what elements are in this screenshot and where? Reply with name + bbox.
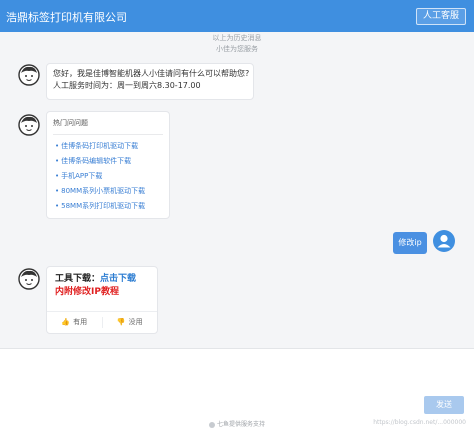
user-message-bubble: 修改ip [393, 232, 427, 254]
faq-item[interactable]: • 手机APP下载 [53, 169, 163, 184]
header-bar: 浩鼎标签打印机有限公司 人工客服 [0, 0, 474, 32]
company-title: 浩鼎标签打印机有限公司 [6, 11, 127, 24]
download-label: 工具下载： [55, 274, 101, 284]
history-hint: 以上为历史消息 [212, 34, 262, 42]
divider [53, 134, 163, 135]
faq-item[interactable]: • 58MM系列打印机驱动下载 [53, 199, 163, 214]
useless-button[interactable]: 👎 没用 [103, 312, 158, 333]
qiyu-logo-icon [208, 421, 215, 428]
bullet-icon: • [55, 142, 60, 150]
user-avatar-icon [433, 230, 455, 252]
ip-tutorial-note: 内附修改IP教程 [55, 287, 119, 297]
download-link[interactable]: 点击下载 [100, 274, 136, 284]
useful-button[interactable]: 👍 有用 [47, 312, 102, 333]
thumbs-down-icon: 👎 [116, 318, 126, 326]
hot-questions-title: 热门问问题 [53, 119, 88, 127]
bullet-icon: • [55, 202, 60, 210]
message-input[interactable] [6, 353, 466, 413]
hot-questions-bubble: 热门问问题 • 佳博条码打印机驱动下载 • 佳博条码编辑软件下载 • 手机APP下载 … [46, 111, 170, 219]
download-bubble: 工具下载：点击下载 内附修改IP教程 👍 有用 👎 没用 [46, 266, 158, 334]
input-area: 发送 七鱼提供服务支持 https://blog.csdn.net/...000… [0, 348, 474, 437]
bullet-icon: • [55, 172, 60, 180]
send-button[interactable]: 发送 [424, 396, 464, 414]
service-hint: 小佳为您服务 [216, 45, 258, 53]
human-service-button[interactable]: 人工客服 [415, 8, 466, 25]
watermark: https://blog.csdn.net/...000000 [373, 419, 466, 426]
service-hours: 人工服务时间为：周一到周六8.30-17.00 [53, 81, 201, 90]
bot-avatar-icon [18, 268, 40, 290]
faq-item[interactable]: • 佳博条码打印机驱动下载 [53, 139, 163, 154]
faq-item[interactable]: • 佳博条码编辑软件下载 [53, 154, 163, 169]
faq-item[interactable]: • 80MM系列小票机驱动下载 [53, 184, 163, 199]
download-line: 工具下载：点击下载 [55, 273, 149, 286]
bot-avatar-icon [18, 64, 40, 86]
thumbs-up-icon: 👍 [61, 318, 71, 326]
chat-history[interactable]: 以上为历史消息 小佳为您服务 您好，我是佳博智能机器人小佳请问有什么可以帮助您?… [0, 32, 474, 348]
bullet-icon: • [55, 187, 60, 195]
bot-avatar-icon [18, 114, 40, 136]
chat-window: 浩鼎标签打印机有限公司 人工客服 以上为历史消息 小佳为您服务 您好，我是佳博智… [0, 0, 474, 437]
greeting-bubble: 您好，我是佳博智能机器人小佳请问有什么可以帮助您? 人工服务时间为：周一到周六8… [46, 63, 254, 100]
greeting-line: 您好，我是佳博智能机器人小佳请问有什么可以帮助您? [53, 69, 250, 78]
feedback-row: 👍 有用 👎 没用 [47, 311, 157, 333]
bullet-icon: • [55, 157, 60, 165]
